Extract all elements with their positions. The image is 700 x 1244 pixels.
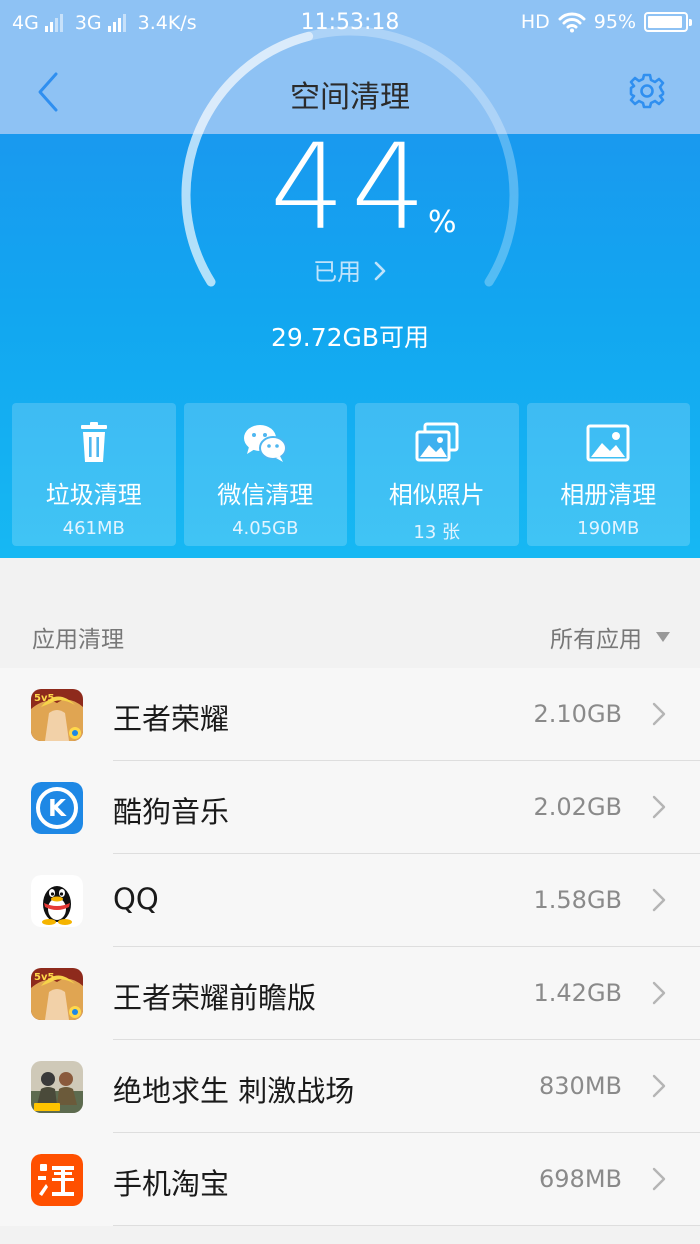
svg-text:5v5: 5v5 xyxy=(34,972,54,983)
settings-gear-icon[interactable] xyxy=(628,72,666,110)
app-name: 酷狗音乐 xyxy=(113,795,230,829)
tile-label: 相似照片 xyxy=(388,481,485,509)
tile-wechat-clean[interactable]: 微信清理 4.05GB xyxy=(183,403,347,546)
available-space: 29.72GB可用 xyxy=(270,323,430,352)
storage-hero: 4G 3G 3.4K/s 11:53:18 HD 95% 空间清理 44 % 已… xyxy=(0,0,700,558)
app-name: 绝地求生 刺激战场 xyxy=(113,1074,355,1108)
list-item[interactable]: 手机淘宝 698MB xyxy=(0,1133,700,1226)
chevron-right-icon xyxy=(374,261,386,281)
list-item[interactable]: 5v5 王者荣耀 2.10GB xyxy=(0,668,700,761)
chevron-right-icon xyxy=(652,1167,666,1191)
hd-label: HD xyxy=(520,11,550,33)
chevron-right-icon xyxy=(652,795,666,819)
chevron-right-icon xyxy=(652,888,666,912)
status-bar: 4G 3G 3.4K/s 11:53:18 HD 95% xyxy=(0,0,700,48)
wifi-icon xyxy=(558,12,586,33)
taobao-icon xyxy=(31,1154,83,1206)
wechat-icon xyxy=(244,425,288,462)
honor-of-kings-icon: 5v5 xyxy=(31,689,83,741)
app-size: 2.10GB xyxy=(533,700,623,728)
tile-album-clean[interactable]: 相册清理 190MB xyxy=(526,403,690,546)
tile-value: 461MB xyxy=(62,518,125,539)
chevron-right-icon xyxy=(652,981,666,1005)
app-clean-header: 应用清理 所有应用 xyxy=(0,600,700,666)
tile-label: 垃圾清理 xyxy=(45,481,142,509)
chevron-right-icon xyxy=(652,702,666,726)
similar-photos-icon xyxy=(415,422,459,462)
used-label: 已用 xyxy=(313,258,362,286)
app-name: 手机淘宝 xyxy=(113,1167,230,1201)
filter-label: 所有应用 xyxy=(550,627,642,653)
page-title: 空间清理 xyxy=(290,80,410,115)
row-divider xyxy=(113,1225,700,1226)
tile-similar-photos[interactable]: 相似照片 13 张 xyxy=(355,403,519,546)
app-size: 830MB xyxy=(539,1072,622,1100)
percent-sign: % xyxy=(428,205,457,240)
app-filter-dropdown[interactable]: 所有应用 xyxy=(550,620,670,654)
app-size: 1.42GB xyxy=(533,979,623,1007)
section-title: 应用清理 xyxy=(32,627,124,653)
used-percent: 44 xyxy=(270,118,433,256)
battery-icon xyxy=(644,12,692,32)
list-item[interactable]: 绝地求生 刺激战场 830MB xyxy=(0,1040,700,1133)
svg-text:5v5: 5v5 xyxy=(34,693,54,704)
tile-label: 相册清理 xyxy=(560,481,657,509)
qq-icon xyxy=(31,875,83,927)
svg-text:K: K xyxy=(48,796,67,822)
battery-percent: 95% xyxy=(593,11,636,33)
chevron-right-icon xyxy=(652,1074,666,1098)
cleanup-tiles: 垃圾清理 461MB 微信清理 4.05GB 相似照片 13 张 相册清理 19… xyxy=(12,403,690,546)
dropdown-triangle-icon xyxy=(656,632,670,642)
tile-label: 微信清理 xyxy=(217,481,314,509)
list-item[interactable]: K 酷狗音乐 2.02GB xyxy=(0,761,700,854)
list-item[interactable]: 5v5 王者荣耀前瞻版 1.42GB xyxy=(0,947,700,1040)
honor-of-kings-preview-icon: 5v5 xyxy=(31,968,83,1020)
list-item[interactable]: QQ 1.58GB xyxy=(0,854,700,947)
used-link[interactable]: 已用 xyxy=(0,252,700,287)
app-name: 王者荣耀前瞻版 xyxy=(113,981,317,1015)
app-size: 698MB xyxy=(539,1165,622,1193)
tile-junk-clean[interactable]: 垃圾清理 461MB xyxy=(12,403,176,546)
trash-icon xyxy=(80,422,107,462)
app-name: 王者荣耀 xyxy=(113,702,230,736)
app-size: 2.02GB xyxy=(533,793,623,821)
app-size: 1.58GB xyxy=(533,886,623,914)
tile-value: 4.05GB xyxy=(232,518,299,539)
kugou-icon: K xyxy=(31,782,83,834)
tile-value: 190MB xyxy=(577,518,640,539)
pubg-icon xyxy=(31,1061,83,1113)
album-icon xyxy=(586,424,630,462)
tile-value: 13 张 xyxy=(413,522,461,543)
app-list: 5v5 王者荣耀 2.10GB K 酷狗音乐 2.02GB QQ 1.58GB … xyxy=(0,668,700,1226)
app-name: QQ xyxy=(113,882,159,916)
